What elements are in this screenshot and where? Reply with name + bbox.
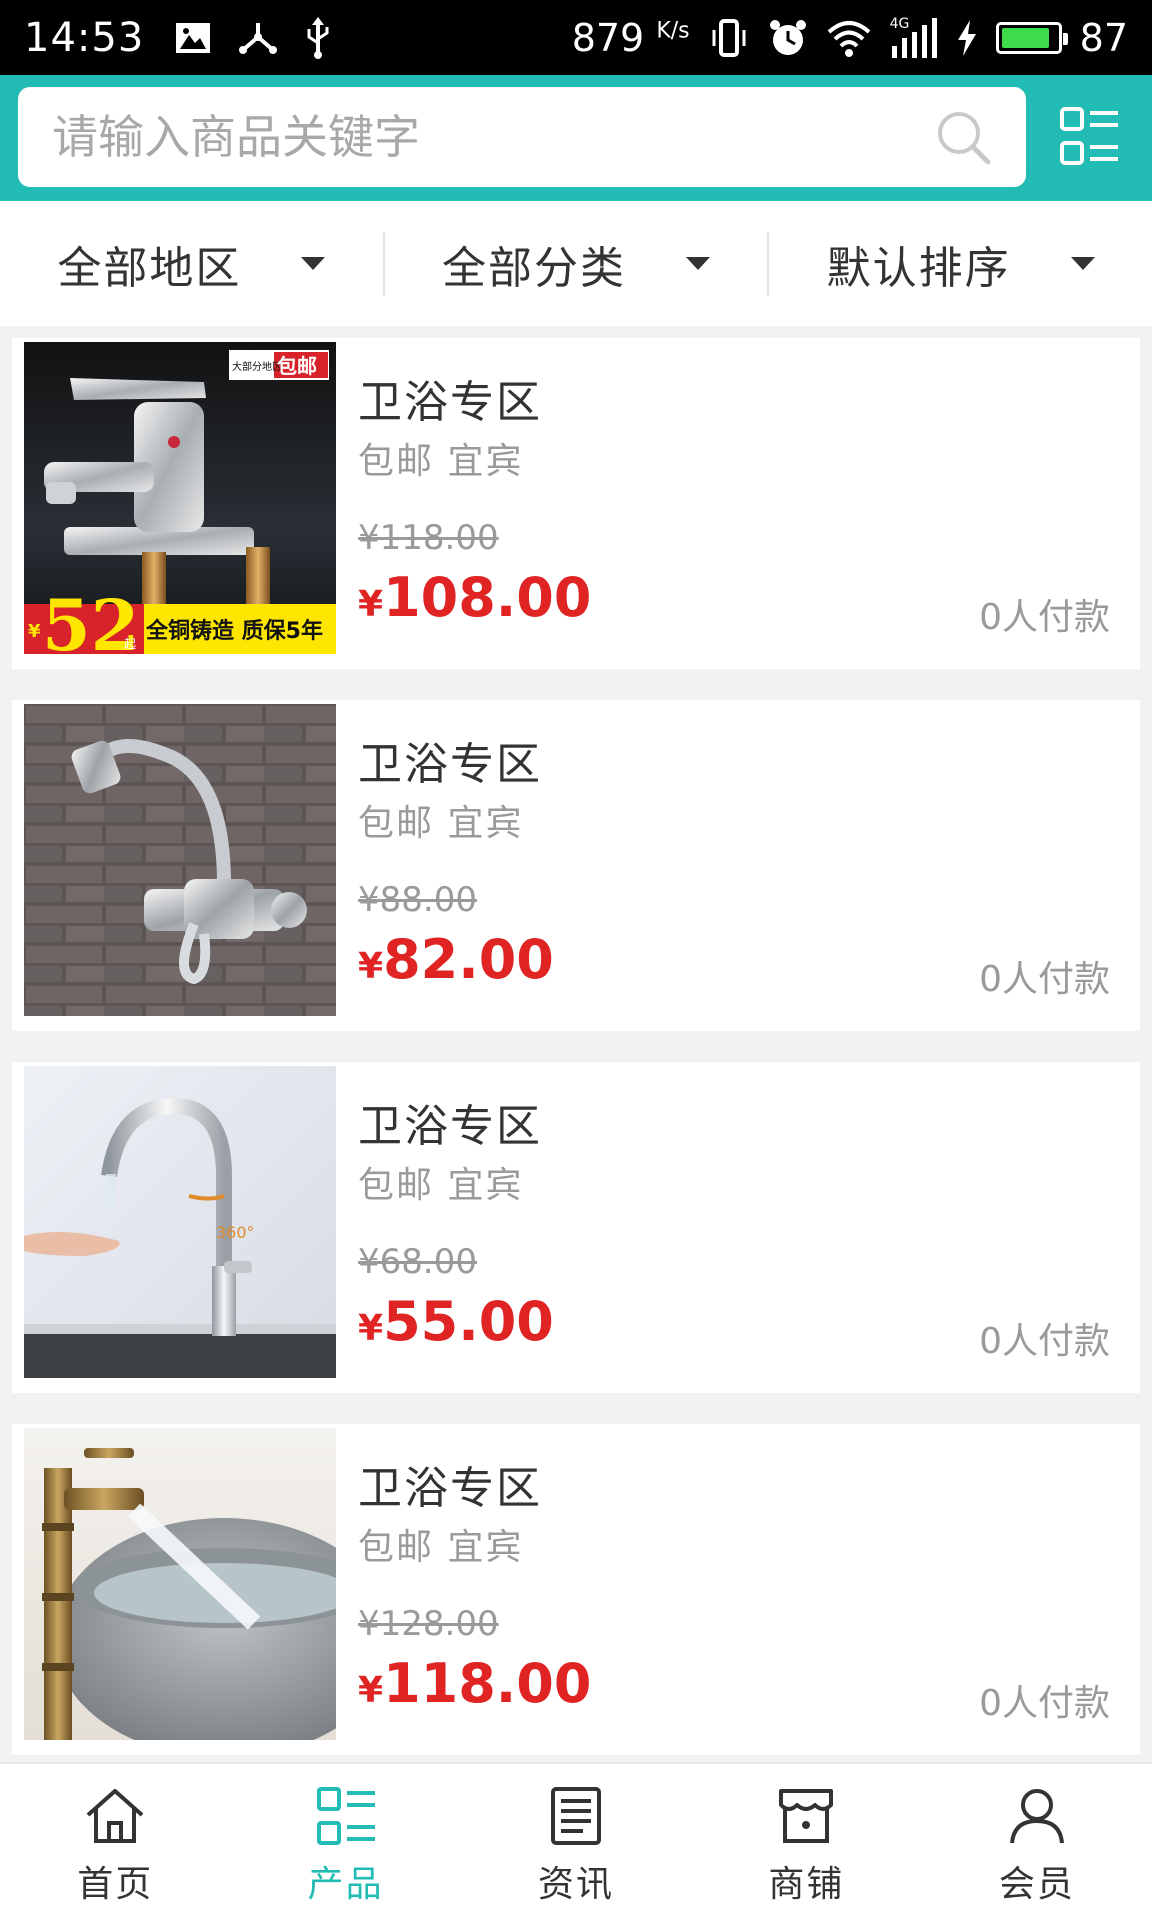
price-currency: ¥: [358, 946, 384, 987]
status-bar: 14:53 879 K/s 4G 87: [0, 0, 1152, 75]
network-speed-unit: K/s: [656, 17, 690, 43]
battery-level: 87: [1079, 15, 1128, 60]
share-notification-icon: [239, 22, 278, 54]
product-card[interactable]: 卫浴专区 包邮 宜宾 ¥128.00 ¥118.00 0人付款: [12, 1424, 1140, 1755]
filter-region[interactable]: 全部地区: [0, 201, 383, 326]
product-old-price: ¥118.00: [358, 518, 499, 558]
alarm-icon: [769, 19, 806, 55]
nav-stores-label: 商铺: [768, 1864, 845, 1905]
product-image-faucet-basin[interactable]: 大部分地区 包邮 ¥ 52 起 全铜铸造 质保5年: [24, 342, 336, 654]
filter-bar: 全部地区 全部分类 默认排序: [0, 201, 1152, 326]
caret-down-icon: [686, 257, 710, 270]
filter-sort-label: 默认排序: [826, 242, 1011, 294]
wifi-icon: [827, 20, 870, 57]
status-right: 879 K/s 4G 87: [572, 16, 1128, 60]
product-sales-count: 0人付款: [979, 959, 1110, 1000]
product-title: 卫浴专区: [358, 739, 542, 790]
vibrate-icon: [712, 18, 746, 57]
product-sales-count: 0人付款: [979, 1321, 1110, 1362]
product-old-price: ¥128.00: [358, 1604, 499, 1644]
image-badge-free: 包邮: [277, 354, 317, 378]
news-icon: [551, 1787, 602, 1845]
filter-category[interactable]: 全部分类: [385, 201, 768, 326]
price-currency: ¥: [358, 1670, 384, 1711]
image-rotation-label: 360°: [216, 1223, 255, 1242]
image-notification-icon: [176, 22, 211, 53]
nav-news-label: 资讯: [538, 1864, 615, 1905]
nav-member-label: 会员: [998, 1864, 1075, 1905]
svg-text:¥: ¥: [28, 621, 41, 642]
price-value: 108.00: [383, 566, 592, 629]
product-image-faucet-kitchen[interactable]: 360°: [24, 1066, 336, 1378]
nav-home[interactable]: 首页: [0, 1764, 230, 1920]
cell-signal: 4G: [890, 16, 938, 60]
battery-icon: [995, 21, 1068, 54]
product-title: 卫浴专区: [358, 377, 542, 428]
nav-stores[interactable]: 商铺: [691, 1764, 921, 1920]
signal-bars-icon: [891, 17, 937, 58]
product-price: ¥82.00: [358, 928, 554, 991]
product-sales-count: 0人付款: [979, 597, 1110, 638]
charging-icon: [957, 19, 976, 56]
product-card[interactable]: 360° 卫浴专区 包邮 宜宾 ¥68.00 ¥55.00 0人付款: [12, 1062, 1140, 1393]
product-tags: 包邮 宜宾: [358, 1165, 524, 1206]
nav-member[interactable]: 会员: [922, 1764, 1152, 1920]
status-left-icons: [174, 16, 332, 59]
filter-region-label: 全部地区: [57, 242, 242, 294]
search-header: [0, 75, 1152, 201]
category-menu-icon[interactable]: [1058, 105, 1122, 169]
caret-down-icon: [301, 257, 326, 270]
caret-down-icon: [1070, 257, 1095, 270]
product-tags: 包邮 宜宾: [358, 803, 524, 844]
search-icon[interactable]: [934, 108, 992, 166]
status-time: 14:53: [24, 14, 145, 61]
search-input[interactable]: [52, 110, 934, 164]
product-old-price: ¥68.00: [358, 1242, 477, 1282]
nav-home-label: 首页: [77, 1864, 154, 1905]
product-image-faucet-wall[interactable]: [24, 704, 336, 1016]
product-price: ¥55.00: [358, 1290, 554, 1353]
image-badge-top: 大部分地区: [232, 360, 282, 373]
product-grid-icon: [316, 1787, 375, 1845]
usb-icon: [307, 16, 329, 59]
network-speed-value: 879: [571, 15, 645, 60]
product-image-faucet-bamboo[interactable]: [24, 1428, 336, 1740]
store-icon: [779, 1789, 834, 1843]
image-price-unit: 起: [124, 637, 136, 651]
price-value: 55.00: [383, 1290, 554, 1353]
filter-category-label: 全部分类: [442, 242, 626, 294]
nav-news[interactable]: 资讯: [461, 1764, 691, 1920]
bottom-nav: 首页 产品 资讯 商铺 会员: [0, 1762, 1152, 1920]
product-title: 卫浴专区: [358, 1101, 542, 1152]
product-card[interactable]: 大部分地区 包邮 ¥ 52 起 全铜铸造 质保5年 卫浴专区 包邮 宜宾 ¥11…: [12, 338, 1140, 669]
product-tags: 包邮 宜宾: [358, 1527, 524, 1568]
network-speed: 879 K/s: [572, 16, 690, 60]
price-value: 118.00: [383, 1652, 592, 1715]
search-box[interactable]: [18, 87, 1026, 187]
product-sales-count: 0人付款: [979, 1683, 1110, 1724]
user-icon: [1009, 1789, 1064, 1844]
home-icon: [86, 1789, 144, 1843]
product-list: 大部分地区 包邮 ¥ 52 起 全铜铸造 质保5年 卫浴专区 包邮 宜宾 ¥11…: [12, 338, 1140, 1786]
price-currency: ¥: [358, 1308, 384, 1349]
price-currency: ¥: [358, 584, 384, 625]
price-value: 82.00: [383, 928, 554, 991]
product-card[interactable]: 卫浴专区 包邮 宜宾 ¥88.00 ¥82.00 0人付款: [12, 700, 1140, 1031]
app-root: 14:53 879 K/s 4G 87 请输入商品关键字 全部地区 全部分类 默…: [0, 0, 1152, 1920]
product-title: 卫浴专区: [358, 1463, 542, 1514]
product-price: ¥108.00: [358, 566, 591, 629]
image-caption: 全铜铸造 质保5年: [145, 618, 323, 644]
product-old-price: ¥88.00: [358, 880, 477, 920]
nav-products-label: 产品: [307, 1864, 384, 1905]
product-tags: 包邮 宜宾: [358, 441, 524, 482]
filter-sort[interactable]: 默认排序: [769, 201, 1152, 326]
nav-products[interactable]: 产品: [230, 1764, 460, 1920]
product-price: ¥118.00: [358, 1652, 591, 1715]
